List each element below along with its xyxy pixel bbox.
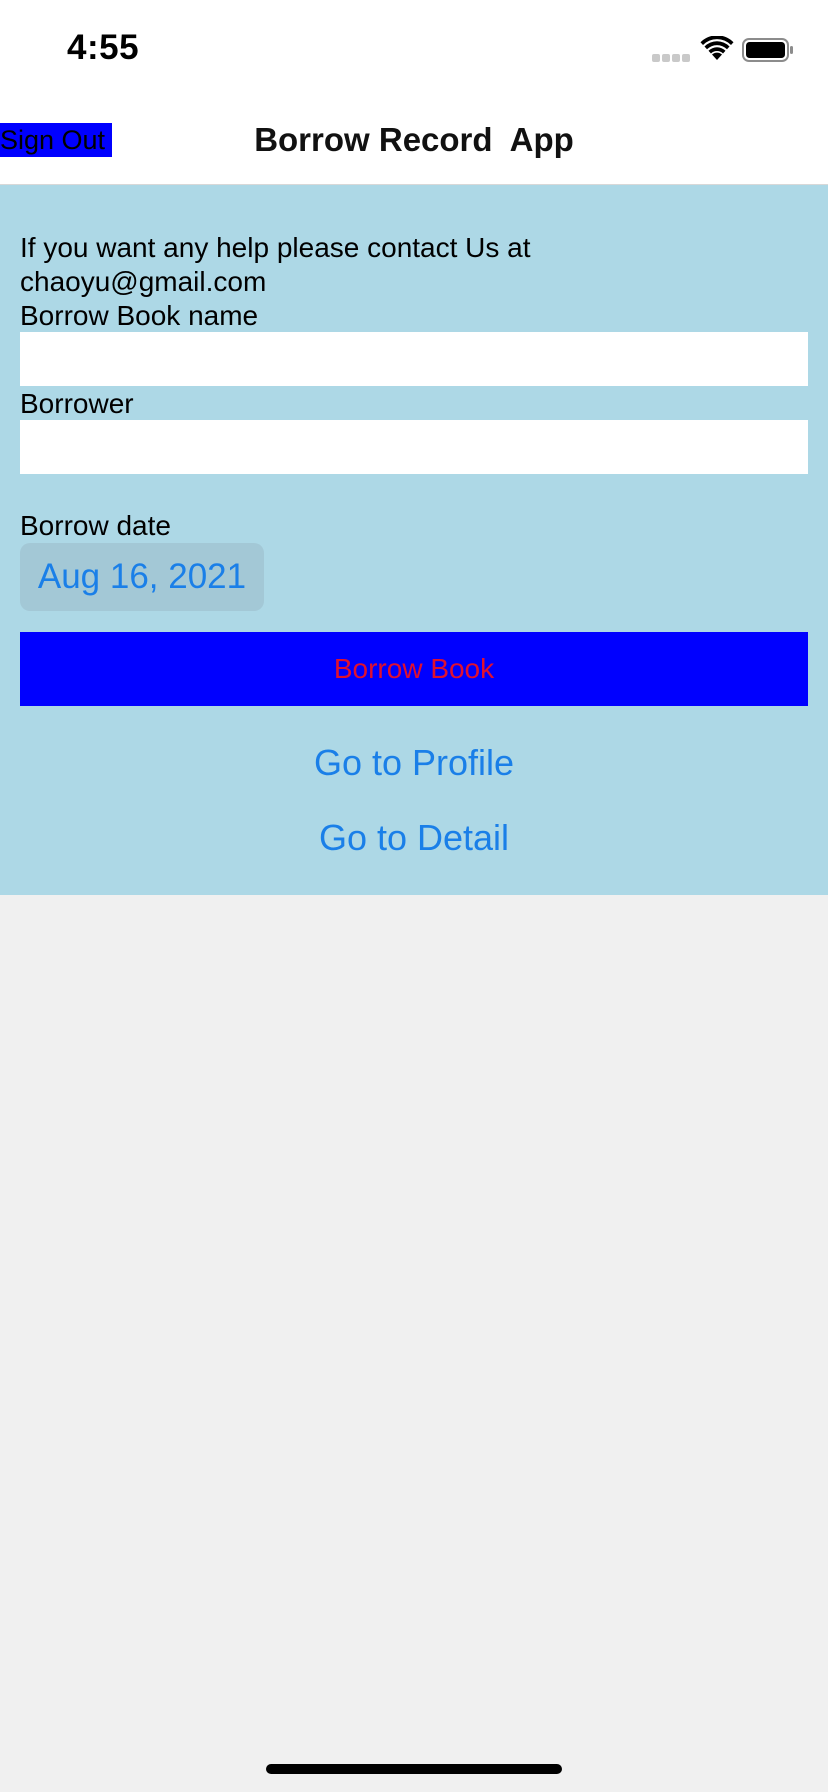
borrower-input[interactable]: [20, 420, 808, 474]
wifi-icon: [700, 36, 734, 60]
borrow-book-button[interactable]: Borrow Book: [20, 632, 808, 706]
signal-icon: [652, 54, 692, 62]
borrower-label: Borrower: [20, 388, 134, 419]
help-contact-text: If you want any help please contact Us a…: [20, 232, 531, 297]
borrow-date-label: Borrow date: [20, 510, 171, 541]
home-indicator: [266, 1764, 562, 1774]
book-name-input[interactable]: [20, 332, 808, 386]
status-bar: 4:55: [0, 0, 828, 96]
go-to-profile-link[interactable]: Go to Profile: [0, 733, 828, 793]
battery-icon: [742, 38, 793, 62]
book-name-label: Borrow Book name: [20, 300, 259, 331]
borrow-date-picker[interactable]: Aug 16, 2021: [20, 543, 264, 611]
go-to-detail-link[interactable]: Go to Detail: [0, 808, 828, 868]
status-time: 4:55: [67, 28, 140, 67]
sign-out-button[interactable]: Sign Out: [0, 123, 112, 157]
page-title: Borrow Record App: [254, 121, 574, 158]
navigation-bar: Sign Out Borrow Record App: [0, 96, 828, 185]
borrow-form-panel: If you want any help please contact Us a…: [0, 185, 828, 895]
